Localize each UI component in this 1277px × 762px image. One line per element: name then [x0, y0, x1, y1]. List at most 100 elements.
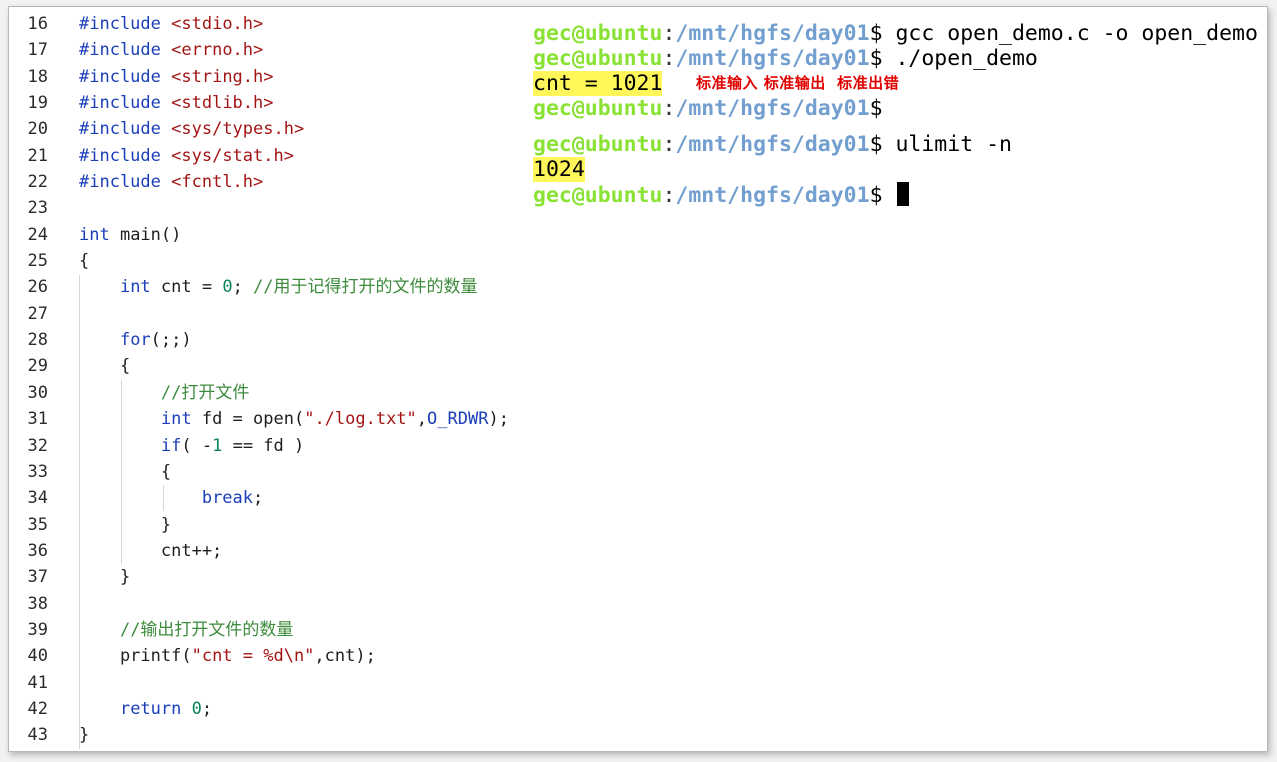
line-number: 28: [27, 330, 48, 351]
terminal-line-ulimit: gec@ubuntu:/mnt/hgfs/day01$ ulimit -n: [533, 132, 1258, 157]
terminal-output-limit: 1024: [533, 157, 585, 182]
prompt-user: gec@ubuntu: [533, 132, 663, 157]
code-token: return: [119, 698, 182, 719]
line-number: 21: [27, 145, 48, 166]
line-number: 18: [27, 66, 48, 87]
code-token: #include: [79, 172, 161, 193]
code-token: (;;): [150, 330, 192, 351]
code-token: "./log.txt": [304, 409, 417, 430]
terminal-command: ulimit -n: [882, 132, 1012, 157]
code-token: <sys/types.h>: [171, 119, 305, 140]
code-token: #include: [79, 145, 161, 166]
line-number: 43: [27, 725, 48, 746]
terminal-line-run: gec@ubuntu:/mnt/hgfs/day01$ ./open_demo: [533, 46, 1258, 71]
terminal-output: gec@ubuntu:/mnt/hgfs/day01$ gcc open_dem…: [533, 21, 1258, 208]
line-number: 33: [27, 461, 48, 482]
code-token: );: [488, 409, 509, 430]
terminal-output-cnt: cnt = 1021: [533, 71, 663, 96]
code-text: {: [79, 353, 130, 379]
code-text: }: [79, 722, 89, 748]
terminal-line-output-cnt: cnt = 1021 标准输入 标准输出 标准出错: [533, 71, 1258, 96]
line-number: 25: [27, 251, 48, 272]
code-token: {: [79, 356, 131, 377]
code-token: <fcntl.h>: [171, 172, 264, 193]
line-number: 35: [27, 514, 48, 535]
line-number: 39: [27, 619, 48, 640]
code-token: <sys/stat.h>: [171, 145, 294, 166]
code-token: ;: [253, 488, 264, 509]
prompt-dollar: $: [869, 183, 883, 208]
code-token: break: [201, 488, 254, 509]
terminal-cursor: [897, 182, 910, 206]
code-token: <stdio.h>: [171, 14, 264, 34]
code-text: #include <fcntl.h>: [79, 169, 263, 195]
code-token: fd = open(: [191, 409, 305, 430]
code-token: //用于记得打开的文件的数量: [253, 277, 478, 298]
code-token: #include: [79, 14, 161, 34]
code-token: "cnt = %d\n": [191, 646, 315, 667]
terminal-line-current-prompt[interactable]: gec@ubuntu:/mnt/hgfs/day01$: [533, 182, 1258, 208]
code-text: {: [79, 459, 171, 485]
prompt-user: gec@ubuntu: [533, 21, 663, 46]
line-number: 22: [27, 172, 48, 193]
code-text: //打开文件: [79, 380, 249, 406]
code-text: return 0;: [79, 696, 212, 722]
screenshot-frame: 16 #include <stdio.h> 17 #include <errno.h>…: [8, 6, 1268, 752]
code-token: 0: [191, 698, 202, 719]
code-token: //输出打开文件的数量: [119, 619, 294, 640]
line-number: 19: [27, 93, 48, 114]
code-text: #include <errno.h>: [79, 37, 263, 63]
line-number: 29: [27, 356, 48, 377]
code-token: if: [160, 435, 182, 456]
code-token: int: [79, 224, 110, 245]
code-token: ;: [232, 277, 254, 298]
code-token: O_RDWR: [427, 409, 489, 430]
code-text: #include <sys/stat.h>: [79, 143, 294, 169]
code-text: }: [79, 564, 130, 590]
line-number: 36: [27, 540, 48, 561]
line-number: 17: [27, 40, 48, 61]
prompt-dollar: $: [869, 21, 883, 46]
code-token: ( -: [181, 435, 213, 456]
code-text: printf("cnt = %d\n",cnt);: [79, 643, 376, 669]
line-number: 24: [27, 224, 48, 245]
code-text: break;: [79, 485, 263, 511]
line-number: 38: [27, 593, 48, 614]
code-token: for: [119, 330, 151, 351]
code-token: <string.h>: [171, 66, 274, 87]
line-number: 40: [27, 646, 48, 667]
code-token: cnt =: [150, 277, 223, 298]
code-token: 1: [212, 435, 223, 456]
line-number: 32: [27, 435, 48, 456]
code-token: #include: [79, 66, 161, 87]
code-token: ,: [416, 409, 428, 430]
prompt-dollar: $: [869, 96, 883, 121]
terminal-line-gcc: gec@ubuntu:/mnt/hgfs/day01$ gcc open_dem…: [533, 21, 1258, 46]
line-number: 42: [27, 698, 48, 719]
terminal-command: ./open_demo: [882, 46, 1038, 71]
line-number: 30: [27, 382, 48, 403]
code-token: int: [160, 409, 192, 430]
prompt-colon: :: [662, 21, 676, 46]
code-text: #include <string.h>: [79, 64, 274, 90]
code-text: for(;;): [79, 327, 192, 353]
line-number: 16: [27, 14, 48, 34]
code-token: int: [119, 277, 151, 298]
code-token: {: [79, 251, 90, 272]
code-token: == fd ): [222, 435, 305, 456]
code-token: <stdlib.h>: [171, 93, 274, 114]
code-token: #include: [79, 40, 161, 61]
code-token: cnt++;: [79, 540, 223, 561]
code-text: int main(): [79, 222, 181, 248]
code-text: cnt++;: [79, 538, 222, 564]
